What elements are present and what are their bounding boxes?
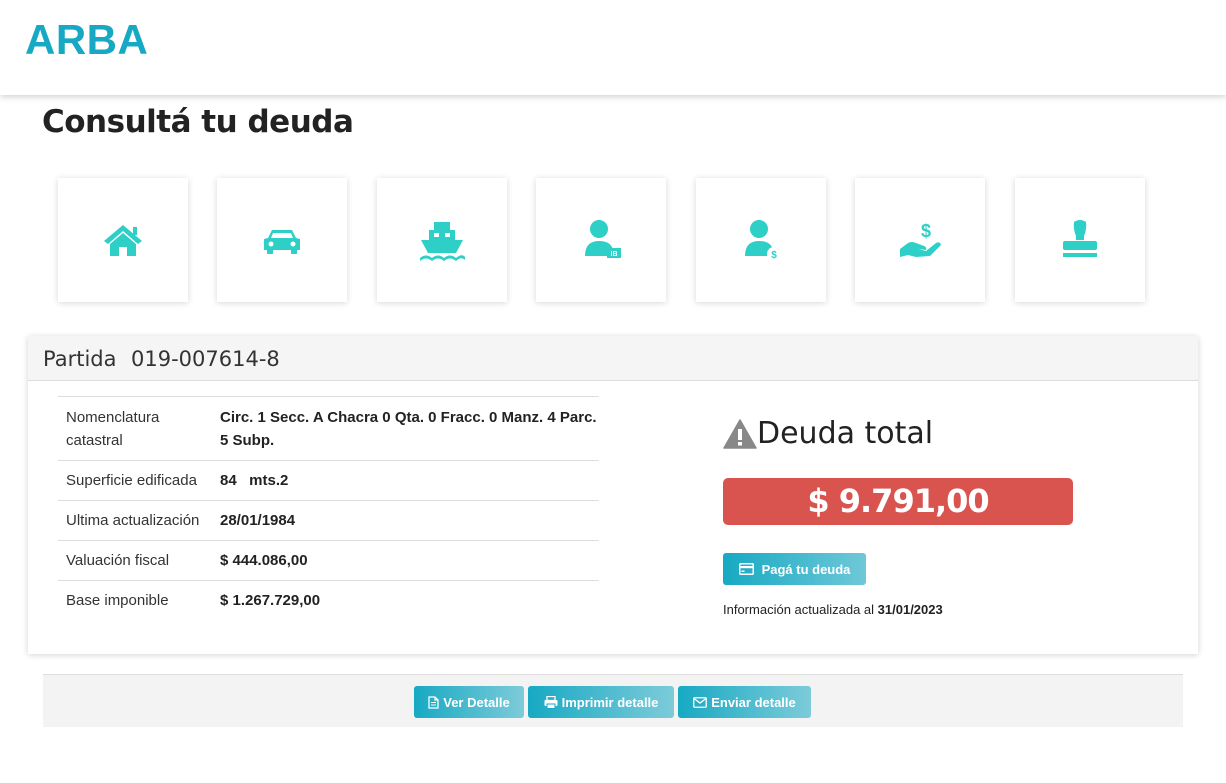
- stamp-icon: [1063, 220, 1097, 257]
- category-row: IB $ $: [58, 178, 1158, 302]
- partida-header: Partida 019-007614-8: [28, 336, 1198, 381]
- debt-amount: $ 9.791,00: [723, 478, 1073, 525]
- table-row: Nomenclatura catastral Circ. 1 Secc. A C…: [58, 396, 599, 461]
- hand-dollar-icon: $: [900, 221, 941, 257]
- category-sellos[interactable]: [1015, 178, 1145, 302]
- person-ib-icon: IB: [585, 220, 621, 258]
- svg-text:IB: IB: [611, 251, 618, 258]
- ver-detalle-label: Ver Detalle: [443, 694, 510, 710]
- row-value: 84 mts.2: [220, 460, 599, 501]
- imprimir-detalle-label: Imprimir detalle: [561, 694, 659, 710]
- actions-bar: Ver Detalle Imprimir detalle Enviar deta…: [43, 674, 1183, 727]
- file-icon: [428, 695, 439, 709]
- updated-info: Información actualizada al 31/01/2023: [723, 602, 943, 617]
- ver-detalle-button[interactable]: Ver Detalle: [414, 686, 524, 718]
- table-row: Valuación fiscal $ 444.086,00: [58, 540, 599, 581]
- row-label: Superficie edificada: [58, 460, 220, 501]
- partida-label: Partida: [43, 347, 117, 371]
- row-value: Circ. 1 Secc. A Chacra 0 Qta. 0 Fracc. 0…: [220, 396, 599, 461]
- table-row: Superficie edificada 84 mts.2: [58, 460, 599, 501]
- row-label: Nomenclatura catastral: [58, 396, 220, 461]
- partida-number: 019-007614-8: [131, 347, 280, 371]
- table-row: Ultima actualización 28/01/1984: [58, 500, 599, 541]
- credit-card-icon: [738, 563, 754, 575]
- page-title: Consultá tu deuda: [42, 104, 354, 140]
- category-inmobiliario[interactable]: [58, 178, 188, 302]
- category-embarcaciones[interactable]: [377, 178, 507, 302]
- debt-title: Deuda total: [723, 416, 933, 451]
- partida-info-table: Nomenclatura catastral Circ. 1 Secc. A C…: [58, 396, 599, 621]
- category-planes-de-pago[interactable]: $: [855, 178, 985, 302]
- boat-icon: [420, 222, 465, 261]
- top-bar: ARBA: [0, 0, 1226, 95]
- row-value: $ 444.086,00: [220, 540, 599, 581]
- category-automotor[interactable]: [217, 178, 347, 302]
- person-dollar-icon: $: [745, 220, 781, 261]
- svg-text:$: $: [771, 250, 777, 261]
- partida-panel: Partida 019-007614-8 Nomenclatura catast…: [28, 336, 1198, 654]
- arba-logo[interactable]: ARBA: [25, 16, 148, 64]
- table-row: Base imponible $ 1.267.729,00: [58, 580, 599, 621]
- category-deuda-personal[interactable]: $: [696, 178, 826, 302]
- pay-debt-label: Pagá tu deuda: [761, 561, 851, 577]
- row-label: Valuación fiscal: [58, 540, 220, 581]
- imprimir-detalle-button[interactable]: Imprimir detalle: [528, 686, 674, 718]
- updated-prefix: Información actualizada al: [723, 602, 875, 617]
- car-icon: [264, 230, 300, 254]
- updated-date: 31/01/2023: [877, 602, 943, 617]
- warning-icon: [723, 418, 757, 449]
- row-value: 28/01/1984: [220, 500, 599, 541]
- enviar-detalle-button[interactable]: Enviar detalle: [678, 686, 811, 718]
- house-icon: [104, 225, 142, 256]
- row-label: Base imponible: [58, 580, 220, 621]
- svg-text:$: $: [921, 221, 931, 241]
- debt-title-text: Deuda total: [757, 416, 934, 451]
- envelope-icon: [693, 696, 708, 708]
- print-icon: [544, 695, 558, 709]
- row-label: Ultima actualización: [58, 500, 220, 541]
- enviar-detalle-label: Enviar detalle: [711, 694, 796, 710]
- row-value: $ 1.267.729,00: [220, 580, 599, 621]
- category-ingresos-brutos[interactable]: IB: [536, 178, 666, 302]
- pay-debt-button[interactable]: Pagá tu deuda: [723, 553, 866, 585]
